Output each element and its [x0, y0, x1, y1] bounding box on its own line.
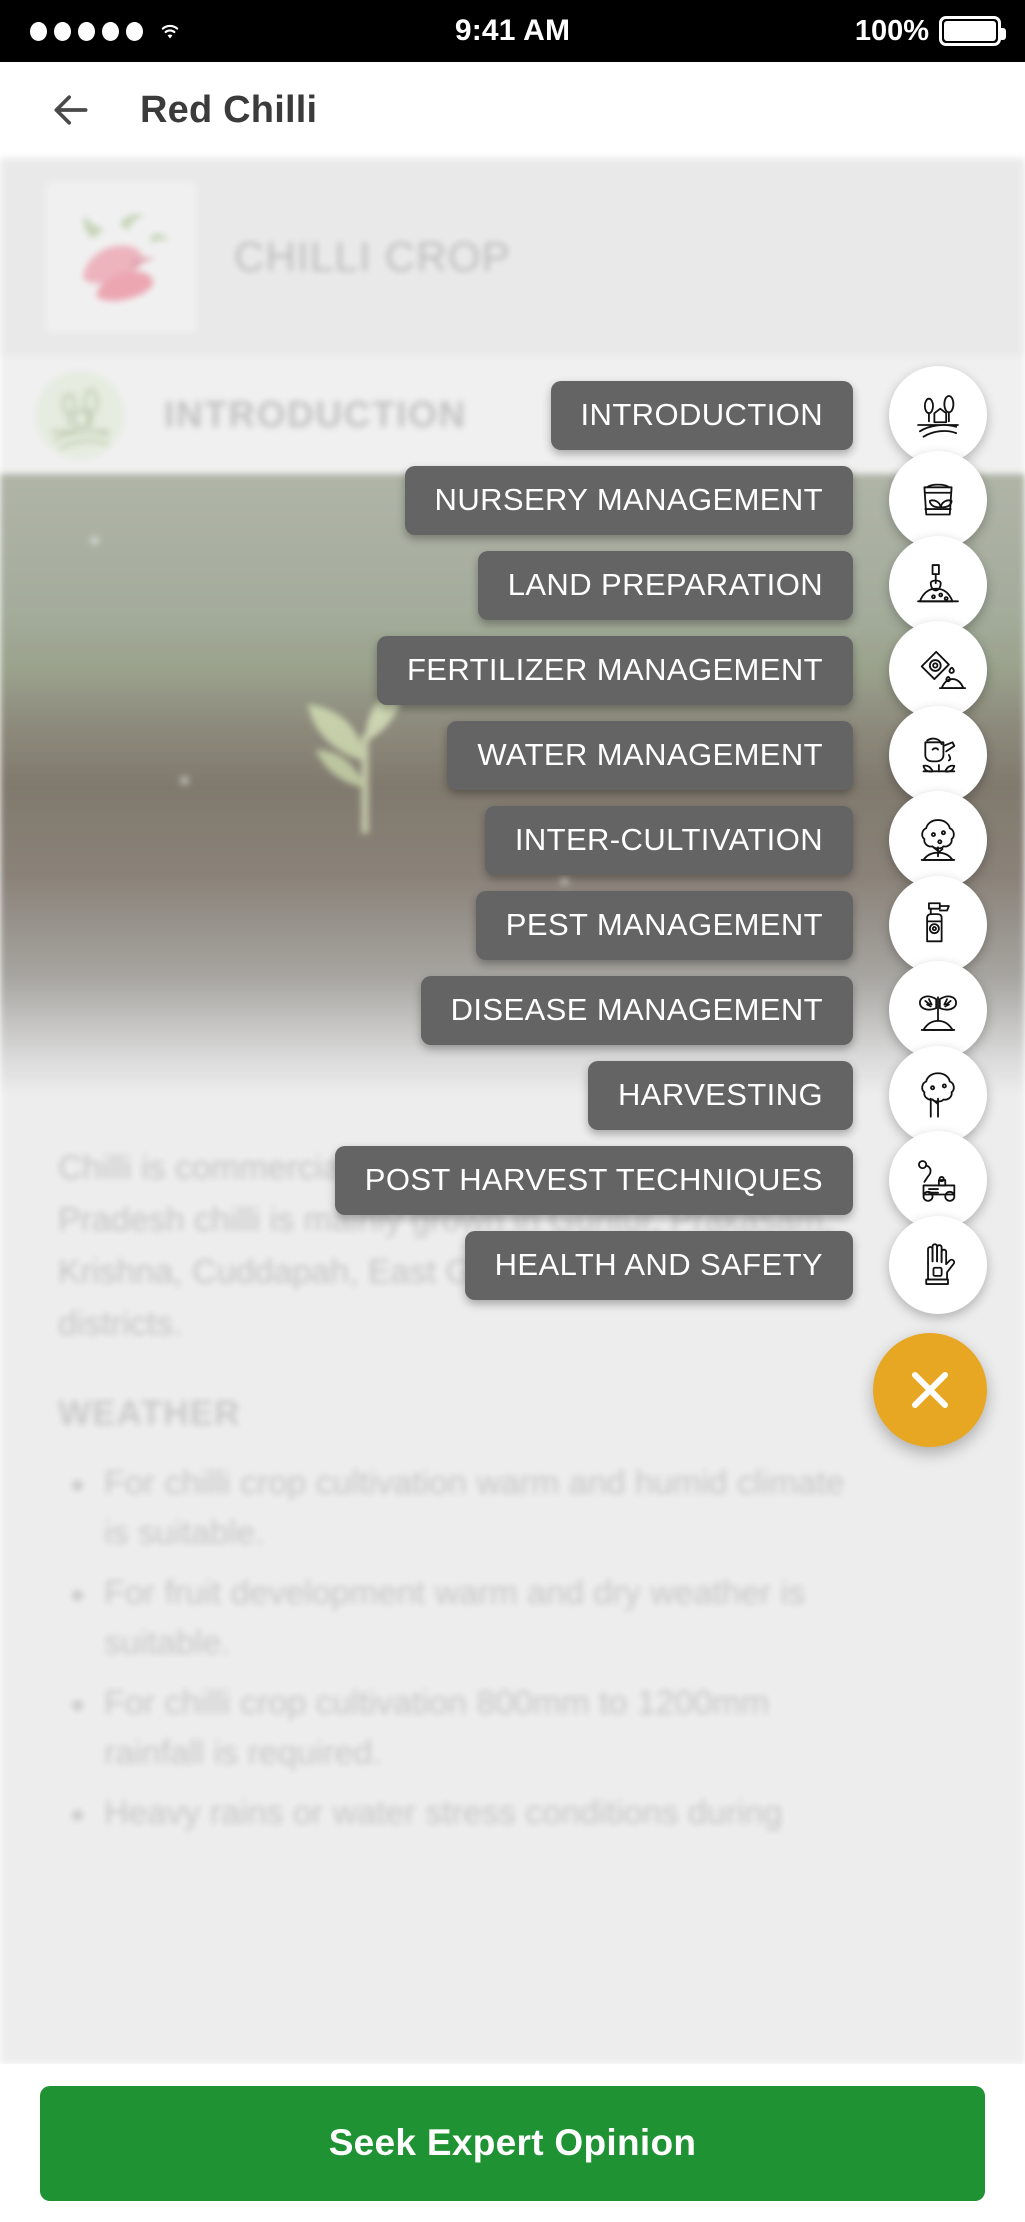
speed-dial-label[interactable]: WATER MANAGEMENT [447, 720, 853, 790]
chilli-image [46, 182, 196, 332]
speed-dial-label[interactable]: DISEASE MANAGEMENT [420, 975, 853, 1045]
speed-dial-item-nursery-management[interactable]: NURSERY MANAGEMENT [404, 451, 987, 549]
tree-mound-icon[interactable] [889, 791, 987, 889]
speed-dial-label[interactable]: NURSERY MANAGEMENT [404, 465, 853, 535]
tree-icon[interactable] [889, 1046, 987, 1144]
status-bar: 9:41 AM 100% [0, 0, 1025, 62]
crop-title: CHILLI CROP [234, 233, 511, 280]
mower-machine-icon[interactable] [889, 1131, 987, 1229]
shovel-soil-icon[interactable] [889, 536, 987, 634]
list-item: For chilli crop cultivation 800mm to 120… [58, 1678, 878, 1778]
list-item: For fruit development warm and dry weath… [58, 1568, 878, 1668]
section-title: INTRODUCTION [164, 394, 467, 435]
speed-dial-item-fertilizer-management[interactable]: FERTILIZER MANAGEMENT [376, 621, 987, 719]
speed-dial-item-land-preparation[interactable]: LAND PREPARATION [477, 536, 987, 634]
status-bar-right: 100% [854, 14, 1006, 48]
speed-dial-label[interactable]: INTER-CULTIVATION [484, 805, 853, 875]
app-bar: Red Chilli [0, 62, 1025, 158]
farm-field-icon[interactable] [889, 366, 987, 464]
speed-dial-item-introduction[interactable]: INTRODUCTION [550, 366, 987, 464]
speed-dial-item-harvesting[interactable]: HARVESTING [588, 1046, 987, 1144]
battery-percent-label: 100% [854, 14, 929, 47]
speed-dial-label[interactable]: INTRODUCTION [550, 380, 853, 450]
back-arrow-icon[interactable] [48, 87, 94, 133]
spray-bottle-icon[interactable] [889, 876, 987, 974]
close-icon[interactable] [873, 1333, 987, 1447]
seed-bag-icon[interactable] [889, 451, 987, 549]
seek-expert-opinion-button[interactable]: Seek Expert Opinion [40, 2085, 985, 2201]
weather-bullet-list: For chilli crop cultivation warm and hum… [58, 1458, 973, 1838]
battery-full-icon [939, 16, 1006, 46]
speed-dial-item-health-and-safety[interactable]: HEALTH AND SAFETY [464, 1216, 987, 1314]
speed-dial-item-disease-management[interactable]: DISEASE MANAGEMENT [420, 961, 987, 1059]
list-item: Heavy rains or water stress conditions d… [58, 1788, 878, 1838]
fertilizer-packet-icon[interactable] [889, 621, 987, 719]
speed-dial-label[interactable]: HARVESTING [588, 1060, 853, 1130]
speed-dial-item-post-harvest-techniques[interactable]: POST HARVEST TECHNIQUES [334, 1131, 987, 1229]
speed-dial-label[interactable]: HEALTH AND SAFETY [464, 1230, 853, 1300]
farm-field-icon [36, 371, 124, 459]
app-root: 9:41 AM 100% Red Chilli CHILLI CROP INTR… [0, 0, 1025, 2222]
speed-dial-label[interactable]: POST HARVEST TECHNIQUES [334, 1145, 853, 1215]
speed-dial-label[interactable]: FERTILIZER MANAGEMENT [376, 635, 853, 705]
safety-glove-icon[interactable] [889, 1216, 987, 1314]
page-title: Red Chilli [140, 88, 318, 131]
weather-heading: WEATHER [58, 1394, 241, 1433]
list-item: For chilli crop cultivation warm and hum… [58, 1458, 878, 1558]
speed-dial-item-pest-management[interactable]: PEST MANAGEMENT [475, 876, 987, 974]
speed-dial-label[interactable]: LAND PREPARATION [477, 550, 853, 620]
speed-dial-label[interactable]: PEST MANAGEMENT [475, 890, 853, 960]
diseased-plant-icon[interactable] [889, 961, 987, 1059]
bottom-bar: Seek Expert Opinion [0, 2064, 1025, 2222]
crop-header-card[interactable]: CHILLI CROP [0, 158, 1025, 356]
watering-can-icon[interactable] [889, 706, 987, 804]
speed-dial-item-water-management[interactable]: WATER MANAGEMENT [447, 706, 987, 804]
speed-dial-item-inter-cultivation[interactable]: INTER-CULTIVATION [484, 791, 987, 889]
